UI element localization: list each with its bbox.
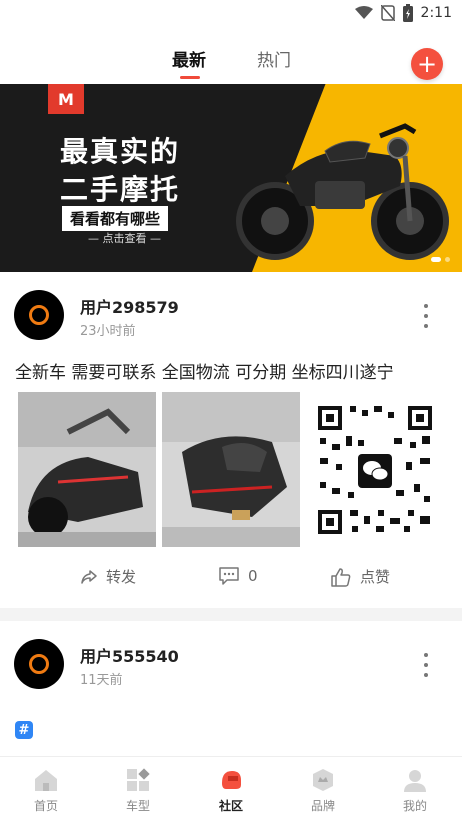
tab-latest[interactable]: 最新	[172, 46, 206, 71]
battery-icon	[402, 4, 413, 22]
plus-icon: +	[416, 50, 438, 78]
nav-community[interactable]: 社区	[201, 767, 261, 814]
post-time: 11天前	[80, 673, 123, 688]
banner-title-line1: 最真实的	[60, 135, 181, 168]
share-label: 转发	[106, 568, 137, 586]
nav-home-label: 首页	[33, 799, 58, 813]
avatar-ring-icon	[29, 305, 49, 325]
status-bar: 2:11	[0, 0, 462, 28]
comment-button[interactable]: 0	[218, 566, 258, 586]
more-options-icon[interactable]	[420, 653, 432, 677]
share-button[interactable]: 转发	[80, 566, 136, 587]
banner-pagination	[431, 257, 450, 262]
nav-brand-label: 品牌	[310, 799, 335, 813]
post-username[interactable]: 用户298579	[80, 294, 179, 318]
nav-brand[interactable]: 品牌	[293, 767, 353, 814]
qr-code-image[interactable]	[306, 392, 444, 547]
bottom-navigation: 首页 车型 社区 品牌 我的	[0, 756, 462, 821]
banner-title-line2: 二手摩托	[60, 173, 181, 206]
like-label: 点赞	[360, 568, 391, 586]
pagination-dot-active	[431, 257, 441, 262]
profile-icon	[404, 770, 426, 792]
top-tab-bar: 最新 热门	[0, 28, 462, 84]
post-actions: 转发 0 点赞	[0, 566, 462, 596]
avatar[interactable]	[14, 290, 64, 340]
app-screen: 2:11 最新 热门 + M 最真实的 二手摩托 看看都有哪些 — 点击查看 —	[0, 0, 462, 821]
avatar-ring-icon	[29, 654, 49, 674]
post-image-2[interactable]	[162, 392, 300, 547]
nav-profile-label: 我的	[402, 799, 427, 813]
post-card[interactable]: 用户298579 23小时前 全新车 需要可联系 全国物流 可分期 坐标四川遂宁	[0, 272, 462, 608]
banner-subtitle: 看看都有哪些	[62, 206, 169, 231]
post-images	[18, 392, 444, 547]
nav-profile[interactable]: 我的	[385, 767, 445, 814]
thumbs-up-icon	[331, 567, 351, 587]
comment-icon	[219, 567, 239, 585]
post-time: 23小时前	[80, 324, 136, 339]
nav-community-label: 社区	[218, 799, 243, 813]
nav-home[interactable]: 首页	[16, 767, 76, 814]
banner-cta: — 点击查看 —	[88, 232, 161, 245]
comment-count: 0	[248, 567, 258, 585]
wifi-icon	[354, 6, 373, 19]
nav-models[interactable]: 车型	[108, 767, 168, 814]
like-button[interactable]: 点赞	[330, 566, 390, 587]
nav-models-label: 车型	[125, 799, 150, 813]
more-options-icon[interactable]	[420, 304, 432, 328]
home-icon	[35, 770, 57, 791]
pagination-dot	[445, 257, 450, 262]
share-icon	[81, 569, 97, 584]
active-tab-indicator	[180, 76, 200, 79]
motorcycle-image	[236, 123, 449, 260]
no-sim-icon	[380, 5, 395, 21]
status-time: 2:11	[420, 5, 452, 21]
post-username[interactable]: 用户555540	[80, 643, 179, 667]
topic-tag-icon[interactable]: #	[15, 721, 33, 739]
tab-hot[interactable]: 热门	[257, 46, 291, 71]
post-image-1[interactable]	[18, 392, 156, 547]
models-icon	[127, 768, 150, 791]
brand-icon	[313, 769, 333, 791]
add-post-button[interactable]: +	[411, 48, 443, 80]
promo-banner[interactable]: M 最真实的 二手摩托 看看都有哪些 — 点击查看 —	[0, 84, 462, 272]
post-content: 全新车 需要可联系 全国物流 可分期 坐标四川遂宁	[15, 363, 394, 383]
status-icons: 2:11	[354, 4, 452, 22]
avatar[interactable]	[14, 639, 64, 689]
banner-logo: M	[48, 84, 84, 114]
community-icon	[222, 771, 241, 789]
post-card[interactable]: 用户555540 11天前 #	[0, 621, 462, 756]
